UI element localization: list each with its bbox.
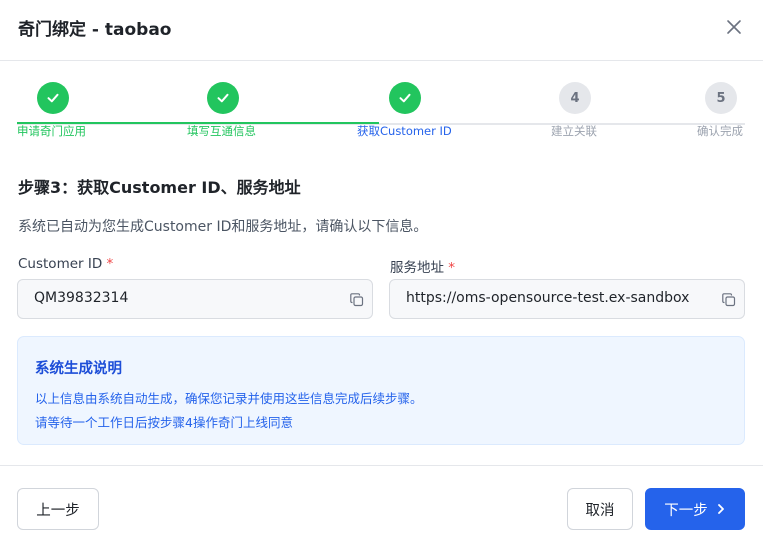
service-url-label-text: 服务地址: [390, 260, 444, 276]
service-url-value: https://oms-opensource-test.ex-sandbox: [406, 290, 690, 306]
required-mark: *: [106, 256, 114, 272]
step-5-label: 确认完成: [697, 124, 743, 138]
dialog-header: 奇门绑定 - taobao: [0, 0, 763, 61]
customer-id-value: QM39832314: [34, 290, 129, 306]
step-3-check-icon: [389, 82, 421, 114]
step-2-label: 填写互通信息: [187, 124, 256, 138]
close-icon[interactable]: [725, 18, 743, 36]
required-mark: *: [448, 260, 456, 276]
step-indicator: 申请奇门应用 填写互通信息 获取Customer ID 4 建立关联 5 确认完…: [0, 78, 763, 148]
copy-icon[interactable]: [721, 292, 737, 308]
copy-icon[interactable]: [349, 292, 365, 308]
service-url-label: 服务地址 *: [390, 256, 455, 276]
customer-id-label-text: Customer ID: [18, 256, 103, 272]
next-step-button[interactable]: 下一步: [645, 488, 745, 530]
step-4-number: 4: [559, 82, 591, 114]
step-1-label: 申请奇门应用: [17, 124, 86, 138]
info-line-2: 请等待一个工作日后按步骤4操作奇门上线同意: [35, 415, 293, 430]
service-url-field[interactable]: https://oms-opensource-test.ex-sandbox: [389, 279, 745, 319]
step-4-label: 建立关联: [551, 124, 597, 138]
section-description: 系统已自动为您生成Customer ID和服务地址，请确认以下信息。: [18, 219, 428, 235]
step-1-check-icon: [37, 82, 69, 114]
next-step-label: 下一步: [664, 502, 708, 519]
step-5-number: 5: [705, 82, 737, 114]
system-info-box: 系统生成说明 以上信息由系统自动生成，确保您记录并使用这些信息完成后续步骤。 请…: [17, 336, 745, 445]
step-2-check-icon: [207, 82, 239, 114]
dialog-title: 奇门绑定 - taobao: [18, 20, 172, 40]
customer-id-field[interactable]: QM39832314: [17, 279, 373, 319]
prev-step-button[interactable]: 上一步: [17, 488, 99, 530]
qimen-binding-dialog: 奇门绑定 - taobao 申请奇门应用 填写互通信息 获取Customer I…: [0, 0, 763, 543]
info-title: 系统生成说明: [35, 361, 122, 377]
step-3-label: 获取Customer ID: [357, 124, 452, 138]
section-title: 步骤3：获取Customer ID、服务地址: [18, 178, 301, 197]
cancel-button[interactable]: 取消: [567, 488, 633, 530]
dialog-footer: 上一步 取消 下一步: [0, 465, 763, 544]
info-line-1: 以上信息由系统自动生成，确保您记录并使用这些信息完成后续步骤。: [35, 391, 423, 406]
chevron-right-icon: [717, 504, 724, 514]
customer-id-label: Customer ID *: [18, 256, 113, 272]
